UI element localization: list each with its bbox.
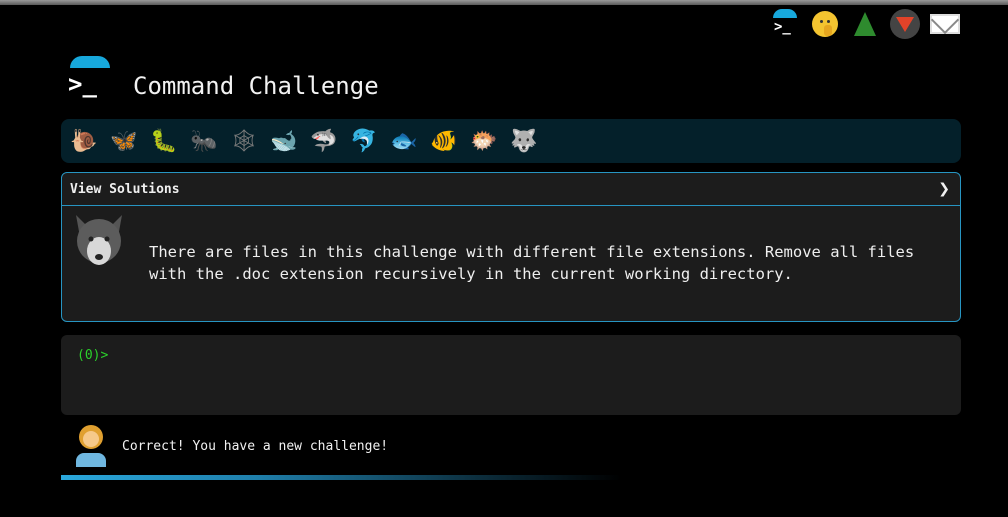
shushing-face-icon[interactable] [810,9,840,39]
view-solutions-toggle[interactable]: View Solutions ❯ [62,173,960,206]
feedback-text: Correct! You have a new challenge! [122,438,389,454]
chevron-right-icon: ❯ [938,181,950,197]
challenge-description: There are files in this challenge with d… [149,243,915,283]
dolphin-icon[interactable]: 🐬 [347,124,381,158]
mail-icon[interactable] [930,9,960,39]
shark-icon[interactable]: 🦈 [307,124,341,158]
wolf-avatar-icon [76,215,122,265]
progress-bar [61,475,621,480]
wolf-icon[interactable]: 🐺 [507,124,541,158]
person-avatar-icon [74,425,108,467]
challenge-level-bar: 🐌 🦋 🐛 🐜 🕸 🐋 🦈 🐬 🐟 🐠 🐡 🐺 [61,119,961,163]
view-solutions-label: View Solutions [70,181,180,197]
spider-web-icon[interactable]: 🕸 [227,124,261,158]
caterpillar-icon[interactable]: 🐛 [147,124,181,158]
logo-icon[interactable]: >_ [68,56,114,102]
window-top-border [0,0,1008,5]
page-title: Command Challenge [133,72,379,100]
terminal-input[interactable]: (0)> [61,335,961,415]
snail-icon[interactable]: 🐌 [67,124,101,158]
feedback-message: Correct! You have a new challenge! [74,425,388,467]
ant-icon[interactable]: 🐜 [187,124,221,158]
fish-icon[interactable]: 🐟 [387,124,421,158]
tropical-fish-icon[interactable]: 🐠 [427,124,461,158]
butterfly-icon[interactable]: 🦋 [107,124,141,158]
whale-icon[interactable]: 🐋 [267,124,301,158]
blowfish-icon[interactable]: 🐡 [467,124,501,158]
terminal-prompt: (0)> [77,348,109,363]
terminal-icon[interactable]: >_ [770,9,800,39]
top-icon-bar: >_ [770,9,960,39]
progress-fill [61,475,621,480]
tree-icon[interactable] [850,9,880,39]
gitlab-icon[interactable] [890,9,920,39]
solutions-panel: View Solutions ❯ There are files in this… [61,172,961,322]
